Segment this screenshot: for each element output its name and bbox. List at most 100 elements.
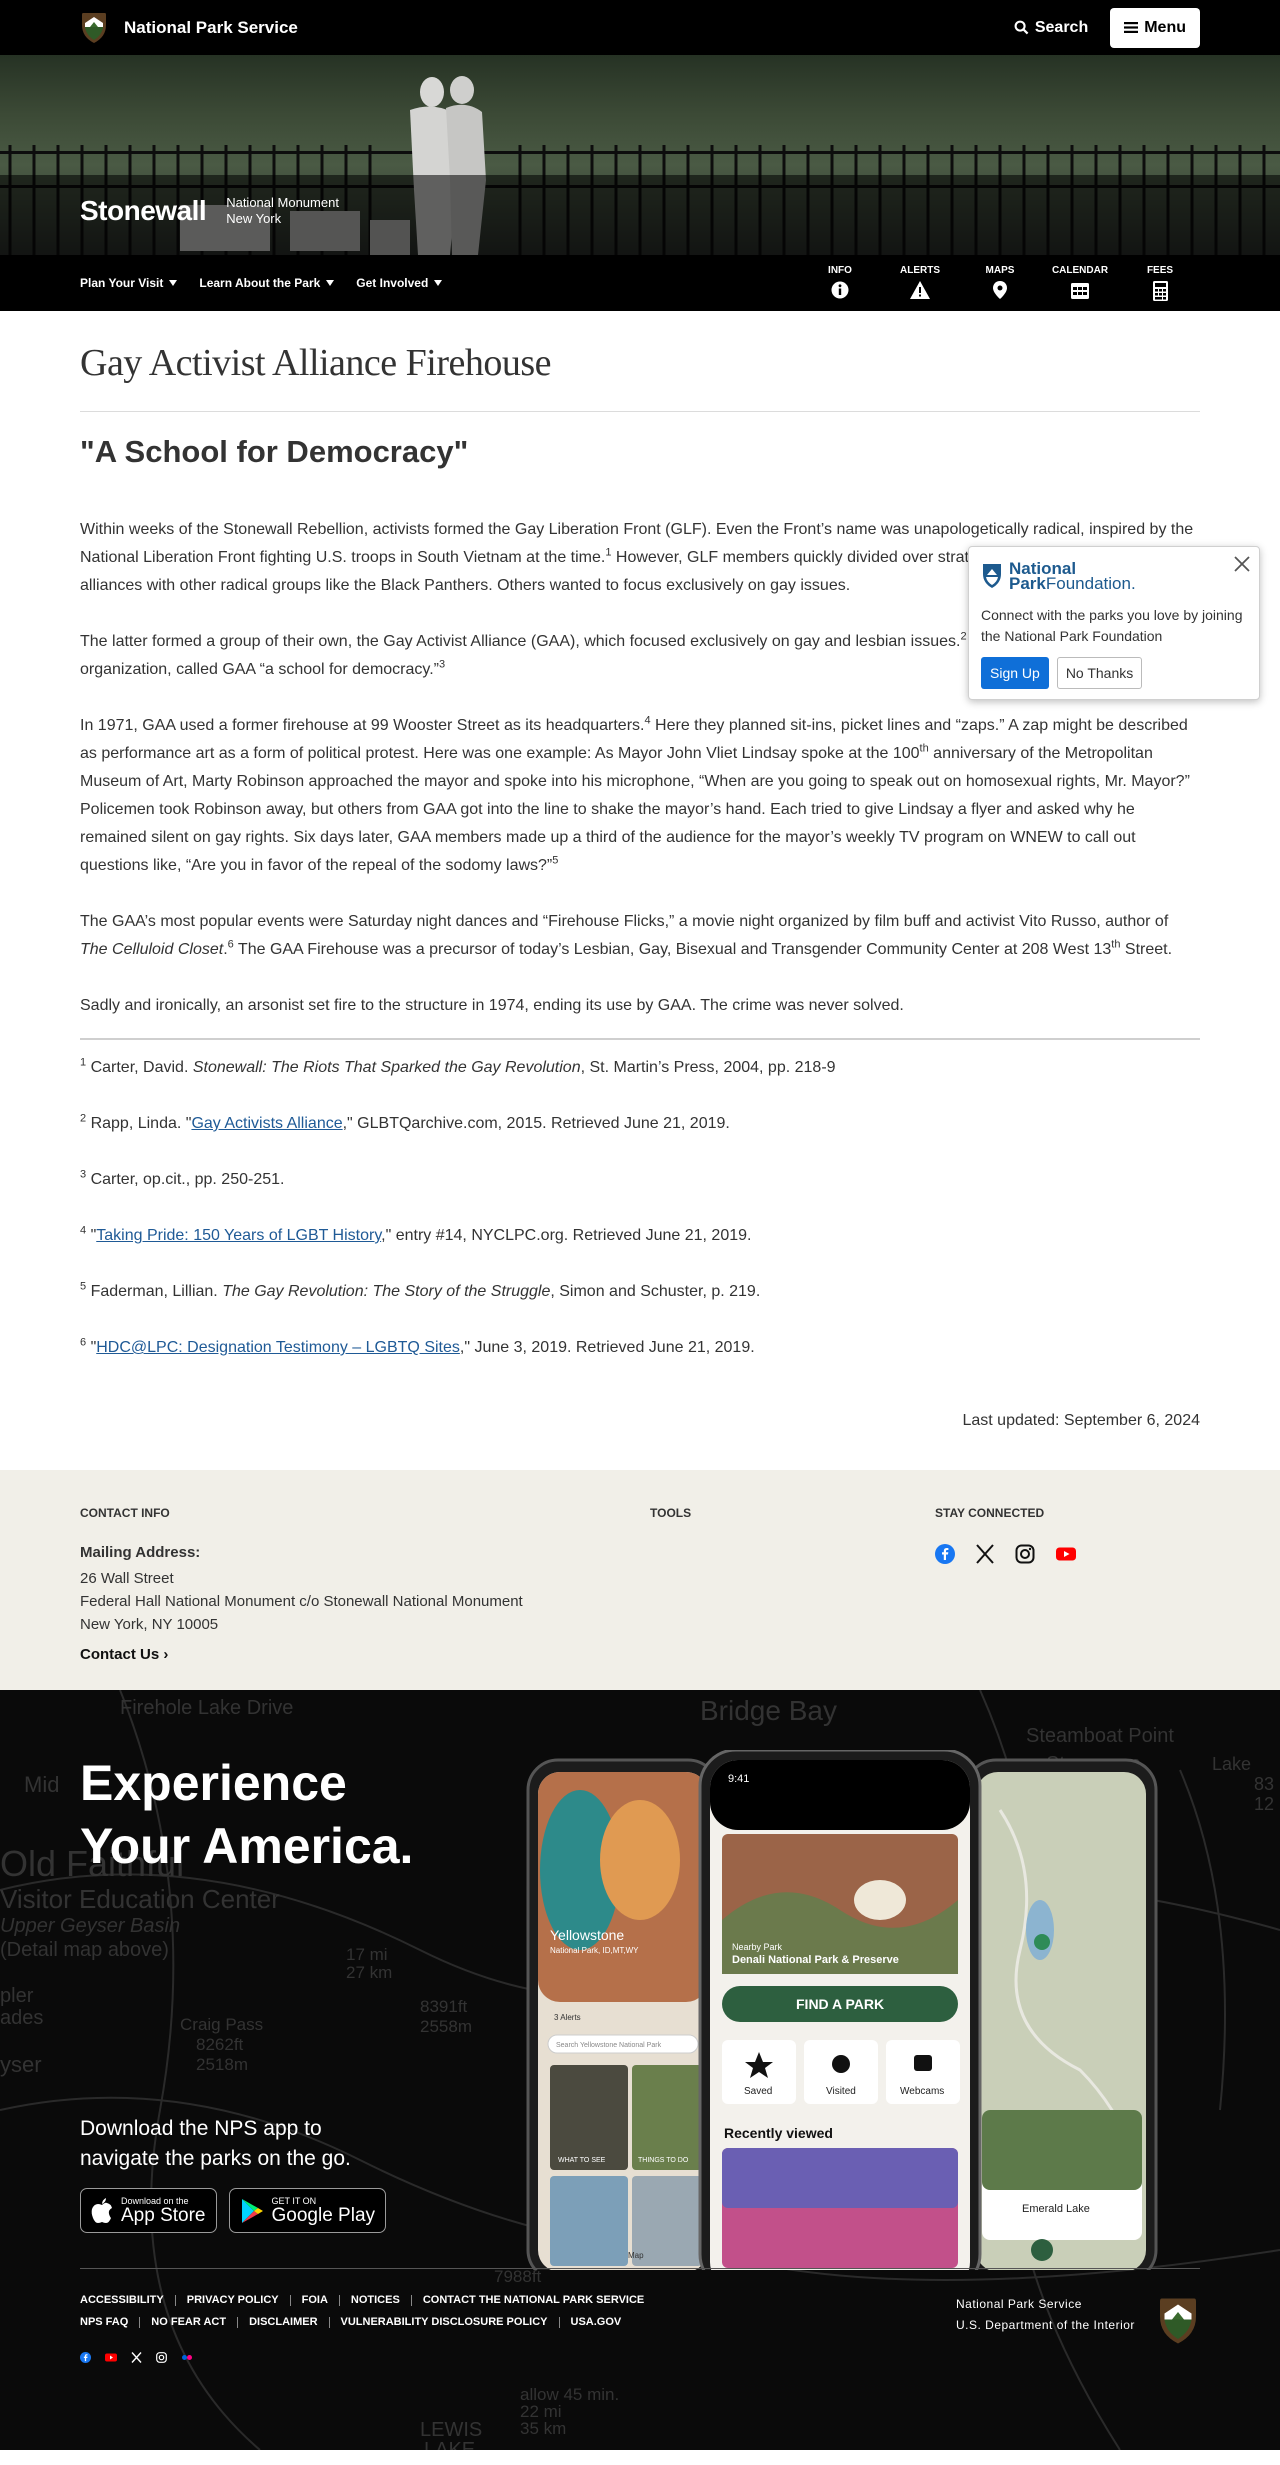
footnote-text: Faderman, Lillian. [86, 1283, 223, 1300]
park-name: Stonewall [80, 195, 207, 226]
sign-up-button[interactable]: Sign Up [981, 657, 1049, 689]
footnote-3: 3 Carter, op.cit., pp. 250-251. [80, 1168, 1200, 1192]
footer-youtube-link[interactable] [105, 2352, 117, 2363]
footer-instagram-link[interactable] [156, 2352, 167, 2363]
park-title[interactable]: Stonewall National Monument New York [80, 195, 339, 227]
paragraph-text: The latter formed a group of their own, … [80, 633, 961, 650]
phone-center-tile: Saved [744, 2086, 772, 2097]
park-banner: Stonewall National Monument New York [0, 55, 1280, 255]
npf-logo: National ParkFoundation. [981, 560, 1247, 593]
contact-info: CONTACT INFO Mailing Address: 26 Wall St… [80, 1506, 650, 1690]
google-play-button[interactable]: GET IT ON Google Play [228, 2188, 387, 2233]
link-vulnerability-disclosure[interactable]: VULNERABILITY DISCLOSURE POLICY [341, 2316, 548, 2328]
nps-home-link[interactable]: National Park Service [80, 11, 298, 45]
map-label: LAKE [424, 2439, 475, 2450]
link-disclaimer[interactable]: DISCLAIMER [249, 2316, 317, 2328]
link-usa-gov[interactable]: USA.GOV [571, 2316, 622, 2328]
map-label: Steamboat Point [1026, 1725, 1174, 1747]
footnote-text: ," June 3, 2019. Retrieved June 21, 2019… [459, 1339, 755, 1356]
npf-word-foundation: Foundation. [1045, 574, 1136, 593]
link-notices[interactable]: NOTICES [351, 2294, 400, 2306]
phone-right-lake: Emerald Lake [1022, 2203, 1090, 2215]
youtube-link[interactable] [1055, 1544, 1077, 1564]
ordinal-suffix: th [919, 742, 929, 755]
paragraph-text: Street. [1120, 941, 1173, 958]
x-link[interactable] [975, 1544, 995, 1564]
link-nps-faq[interactable]: NPS FAQ [80, 2316, 128, 2328]
nav-learn-about-the-park[interactable]: Learn About the Park [199, 276, 335, 290]
footer-facebook-link[interactable] [80, 2352, 91, 2363]
app-promo: Firehole Lake Drive Bridge Bay Steamboat… [0, 1690, 1280, 2450]
youtube-icon [105, 2353, 117, 2362]
quick-label: ALERTS [900, 265, 940, 276]
link-contact-nps[interactable]: CONTACT THE NATIONAL PARK SERVICE [423, 2294, 644, 2306]
footnote-ref-5[interactable]: 5 [552, 855, 558, 867]
map-label: 17 mi [346, 1945, 388, 1964]
link-privacy-policy[interactable]: PRIVACY POLICY [187, 2294, 279, 2306]
separator [237, 2316, 239, 2328]
footnote-text: " [86, 1227, 97, 1244]
map-label: pler [0, 1985, 34, 2007]
footer-x-link[interactable] [131, 2352, 142, 2363]
npf-arrowhead-icon [983, 564, 1001, 588]
promo-title: Experience Your America. [80, 1752, 413, 1878]
phone-left-tile: WHAT TO SEE [558, 2157, 606, 2164]
footnote-link-hdc-lpc[interactable]: HDC@LPC: Designation Testimony – LGBTQ S… [96, 1339, 460, 1356]
link-accessibility[interactable]: ACCESSIBILITY [80, 2294, 164, 2306]
instagram-link[interactable] [1015, 1544, 1035, 1564]
map-label: 2518m [196, 2055, 248, 2074]
footnote-link-gay-activists-alliance[interactable]: Gay Activists Alliance [191, 1115, 342, 1132]
footnote-book-title: The Gay Revolution: The Story of the Str… [222, 1283, 551, 1300]
map-label: 8262ft [196, 2035, 244, 2054]
link-no-fear-act[interactable]: NO FEAR ACT [151, 2316, 226, 2328]
nav-label: Plan Your Visit [80, 276, 164, 290]
brand-name: National Park Service [124, 17, 298, 37]
quick-links: INFO ALERTS MAPS CALENDAR FEES [820, 265, 1180, 301]
map-label: 83 [1254, 1774, 1274, 1794]
footnotes-divider [80, 1038, 1200, 1040]
phone-center-find: FIND A PARK [796, 1996, 884, 2012]
popup-close-button[interactable] [1233, 555, 1251, 578]
youtube-icon [1056, 1547, 1076, 1561]
quick-maps[interactable]: MAPS [980, 265, 1020, 301]
footnote-1: 1 Carter, David. Stonewall: The Riots Th… [80, 1056, 1200, 1080]
contact-us-link[interactable]: Contact Us › [80, 1646, 650, 1663]
phone-center-tile: Visited [826, 2086, 856, 2097]
menu-button[interactable]: Menu [1110, 7, 1200, 48]
x-icon [976, 1544, 994, 1564]
nav-plan-your-visit[interactable]: Plan Your Visit [80, 276, 178, 290]
footnote-link-taking-pride[interactable]: Taking Pride: 150 Years of LGBT History [96, 1227, 381, 1244]
nav-label: Get Involved [356, 276, 429, 290]
separator [328, 2316, 330, 2328]
legal-links: ACCESSIBILITY PRIVACY POLICY FOIA NOTICE… [80, 2294, 700, 2338]
no-thanks-button[interactable]: No Thanks [1056, 657, 1143, 689]
title-divider [80, 411, 1200, 412]
quick-alerts[interactable]: ALERTS [900, 265, 940, 301]
footnote-ref-3[interactable]: 3 [439, 659, 445, 671]
quick-info[interactable]: INFO [820, 265, 860, 301]
park-nav-menus: Plan Your Visit Learn About the Park Get… [80, 276, 443, 290]
stay-connected: STAY CONNECTED [935, 1506, 1077, 1690]
map-label: (Detail map above) [0, 1939, 169, 1961]
app-store-small-text: Download on the [121, 2195, 189, 2206]
facebook-link[interactable] [935, 1544, 955, 1564]
phone-left: Yellowstone National Park, ID,MT,WY 3 Al… [526, 1758, 720, 2270]
footnote-6: 6 "HDC@LPC: Designation Testimony – LGBT… [80, 1336, 1200, 1360]
phone-right: Emerald Lake [964, 1758, 1158, 2270]
footer-flickr-link[interactable] [181, 2352, 193, 2363]
chevron-right-icon: › [163, 1646, 169, 1663]
nps-arrowhead-logo-icon [1159, 2298, 1196, 2344]
quick-calendar[interactable]: CALENDAR [1052, 265, 1108, 301]
link-foia[interactable]: FOIA [302, 2294, 328, 2306]
legal-divider [80, 2268, 1200, 2269]
promo-title-line: Experience [80, 1755, 347, 1811]
alert-icon [910, 281, 930, 299]
app-store-button[interactable]: Download on the App Store [80, 2188, 217, 2233]
footnote-text: ," entry #14, NYCLPC.org. Retrieved June… [381, 1227, 752, 1244]
quick-fees[interactable]: FEES [1140, 265, 1180, 301]
nav-get-involved[interactable]: Get Involved [356, 276, 443, 290]
paragraph-text: anniversary of the Metropolitan Museum o… [80, 745, 1190, 874]
phone-left-sub: National Park, ID,MT,WY [550, 1946, 639, 1955]
quick-label: MAPS [985, 265, 1015, 276]
search-button[interactable]: Search [1014, 19, 1088, 37]
